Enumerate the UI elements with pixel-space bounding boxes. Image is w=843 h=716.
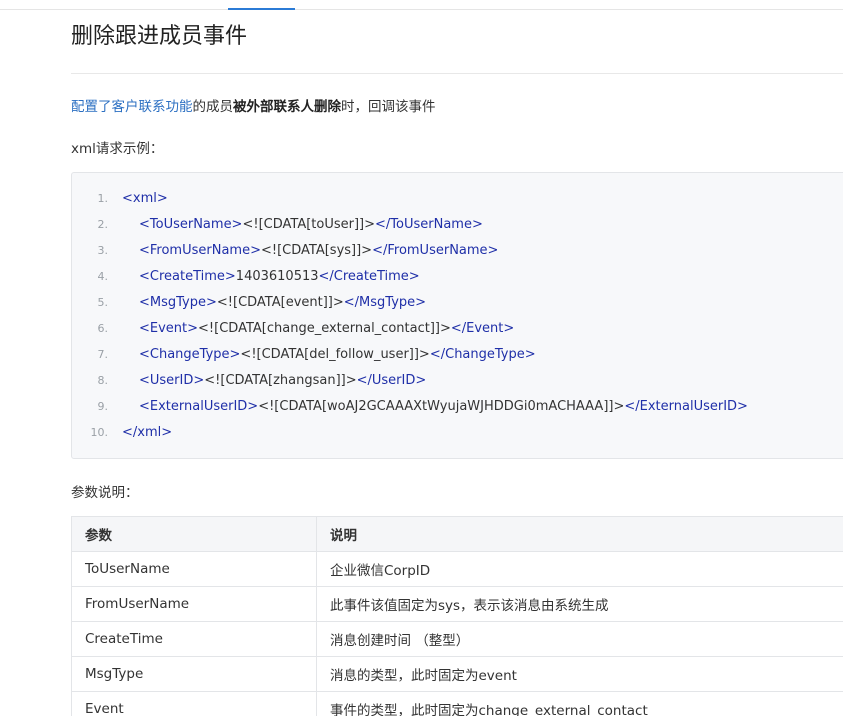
- active-tab-indicator: [228, 8, 295, 10]
- xml-tag: </xml>: [122, 425, 173, 440]
- table-row: FromUserName 此事件该值固定为sys，表示该消息由系统生成: [71, 586, 843, 622]
- code-text: <xml>: [122, 186, 168, 212]
- table-cell-param: ToUserName: [71, 551, 317, 587]
- xml-tag: </MsgType>: [343, 295, 427, 310]
- table-header-desc: 说明: [316, 516, 843, 552]
- line-number: 2.: [97, 218, 109, 231]
- xml-tag: </ToUserName>: [375, 217, 483, 232]
- table-cell-param: FromUserName: [71, 586, 317, 622]
- line-number: 5.: [97, 296, 109, 309]
- table-row: CreateTime 消息创建时间 （整型）: [71, 621, 843, 657]
- xml-tag: <ExternalUserID>: [139, 399, 259, 414]
- xml-tag: </Event>: [450, 321, 515, 336]
- code-text: </xml>: [122, 420, 172, 446]
- code-block: 1. <xml> 2. <ToUserName><![CDATA[toUser]]><…: [71, 172, 843, 459]
- xml-tag: <Event>: [139, 321, 199, 336]
- xml-tag: </ChangeType>: [429, 347, 536, 362]
- code-text: <ExternalUserID><![CDATA[woAJ2GCAAAXtWyu…: [139, 394, 748, 420]
- table-header-param: 参数: [71, 516, 317, 552]
- intro-bold-text: 被外部联系人删除: [233, 99, 341, 115]
- line-number: 3.: [97, 244, 109, 257]
- params-table: 参数 说明 ToUserName 企业微信CorpID FromUserName…: [71, 516, 843, 716]
- xml-tag: </UserID>: [356, 373, 427, 388]
- xml-content: <![CDATA[del_follow_user]]>: [240, 347, 430, 362]
- table-cell-desc: 事件的类型，此时固定为change_external_contact: [316, 691, 843, 716]
- line-number: 10.: [90, 426, 109, 439]
- xml-tag: <xml>: [122, 191, 168, 206]
- code-text: <Event><![CDATA[change_external_contact]…: [139, 316, 514, 342]
- xml-content: <![CDATA[sys]]>: [260, 243, 373, 258]
- intro-paragraph: 配置了客户联系功能的成员被外部联系人删除时，回调该事件: [71, 97, 436, 117]
- line-number: 6.: [97, 322, 109, 335]
- xml-content: <![CDATA[zhangsan]]>: [204, 373, 357, 388]
- line-number: 7.: [97, 348, 109, 361]
- page-title: 删除跟进成员事件: [71, 24, 248, 49]
- xml-example-label: xml请求示例：: [71, 141, 164, 157]
- table-cell-desc: 此事件该值固定为sys，表示该消息由系统生成: [316, 586, 843, 622]
- intro-text-2: 时，回调该事件: [341, 99, 436, 115]
- title-divider: [71, 73, 843, 74]
- intro-text-1: 的成员: [192, 99, 234, 115]
- line-number: 8.: [97, 374, 109, 387]
- line-number: 9.: [97, 400, 109, 413]
- code-text: <ToUserName><![CDATA[toUser]]></ToUserNa…: [139, 212, 483, 238]
- line-number: 4.: [97, 270, 109, 283]
- xml-tag: </FromUserName>: [372, 243, 499, 258]
- table-header-row: 参数 说明: [71, 516, 843, 552]
- xml-content: <![CDATA[event]]>: [216, 295, 344, 310]
- table-row: ToUserName 企业微信CorpID: [71, 551, 843, 587]
- customer-contact-link[interactable]: 配置了客户联系功能: [71, 99, 193, 115]
- params-label: 参数说明：: [71, 485, 139, 501]
- xml-content: <![CDATA[woAJ2GCAAAXtWyujaWJHDDGi0mACHAA…: [258, 399, 625, 414]
- code-text: <ChangeType><![CDATA[del_follow_user]]><…: [139, 342, 536, 368]
- xml-tag: <UserID>: [139, 373, 205, 388]
- code-text: <UserID><![CDATA[zhangsan]]></UserID>: [139, 368, 426, 394]
- xml-tag: <FromUserName>: [139, 243, 261, 258]
- code-text: <CreateTime>1403610513</CreateTime>: [139, 264, 420, 290]
- doc-page: 删除跟进成员事件 配置了客户联系功能的成员被外部联系人删除时，回调该事件 xml…: [0, 0, 843, 716]
- xml-tag: <CreateTime>: [139, 269, 236, 284]
- table-row: MsgType 消息的类型，此时固定为event: [71, 656, 843, 692]
- table-row: Event 事件的类型，此时固定为change_external_contact: [71, 691, 843, 716]
- xml-content: 1403610513: [235, 269, 319, 284]
- xml-tag: </CreateTime>: [318, 269, 420, 284]
- code-text: <MsgType><![CDATA[event]]></MsgType>: [139, 290, 426, 316]
- line-number: 1.: [97, 192, 109, 205]
- top-divider: [0, 9, 843, 10]
- table-cell-param: MsgType: [71, 656, 317, 692]
- xml-tag: <MsgType>: [139, 295, 217, 310]
- xml-content: <![CDATA[change_external_contact]]>: [198, 321, 451, 336]
- xml-content: <![CDATA[toUser]]>: [242, 217, 376, 232]
- xml-tag: <ToUserName>: [139, 217, 243, 232]
- table-cell-desc: 消息创建时间 （整型）: [316, 621, 843, 657]
- xml-tag: </ExternalUserID>: [624, 399, 748, 414]
- code-text: <FromUserName><![CDATA[sys]]></FromUserN…: [139, 238, 498, 264]
- table-cell-param: Event: [71, 691, 317, 716]
- table-cell-param: CreateTime: [71, 621, 317, 657]
- table-cell-desc: 消息的类型，此时固定为event: [316, 656, 843, 692]
- xml-tag: <ChangeType>: [139, 347, 241, 362]
- table-cell-desc: 企业微信CorpID: [316, 551, 843, 587]
